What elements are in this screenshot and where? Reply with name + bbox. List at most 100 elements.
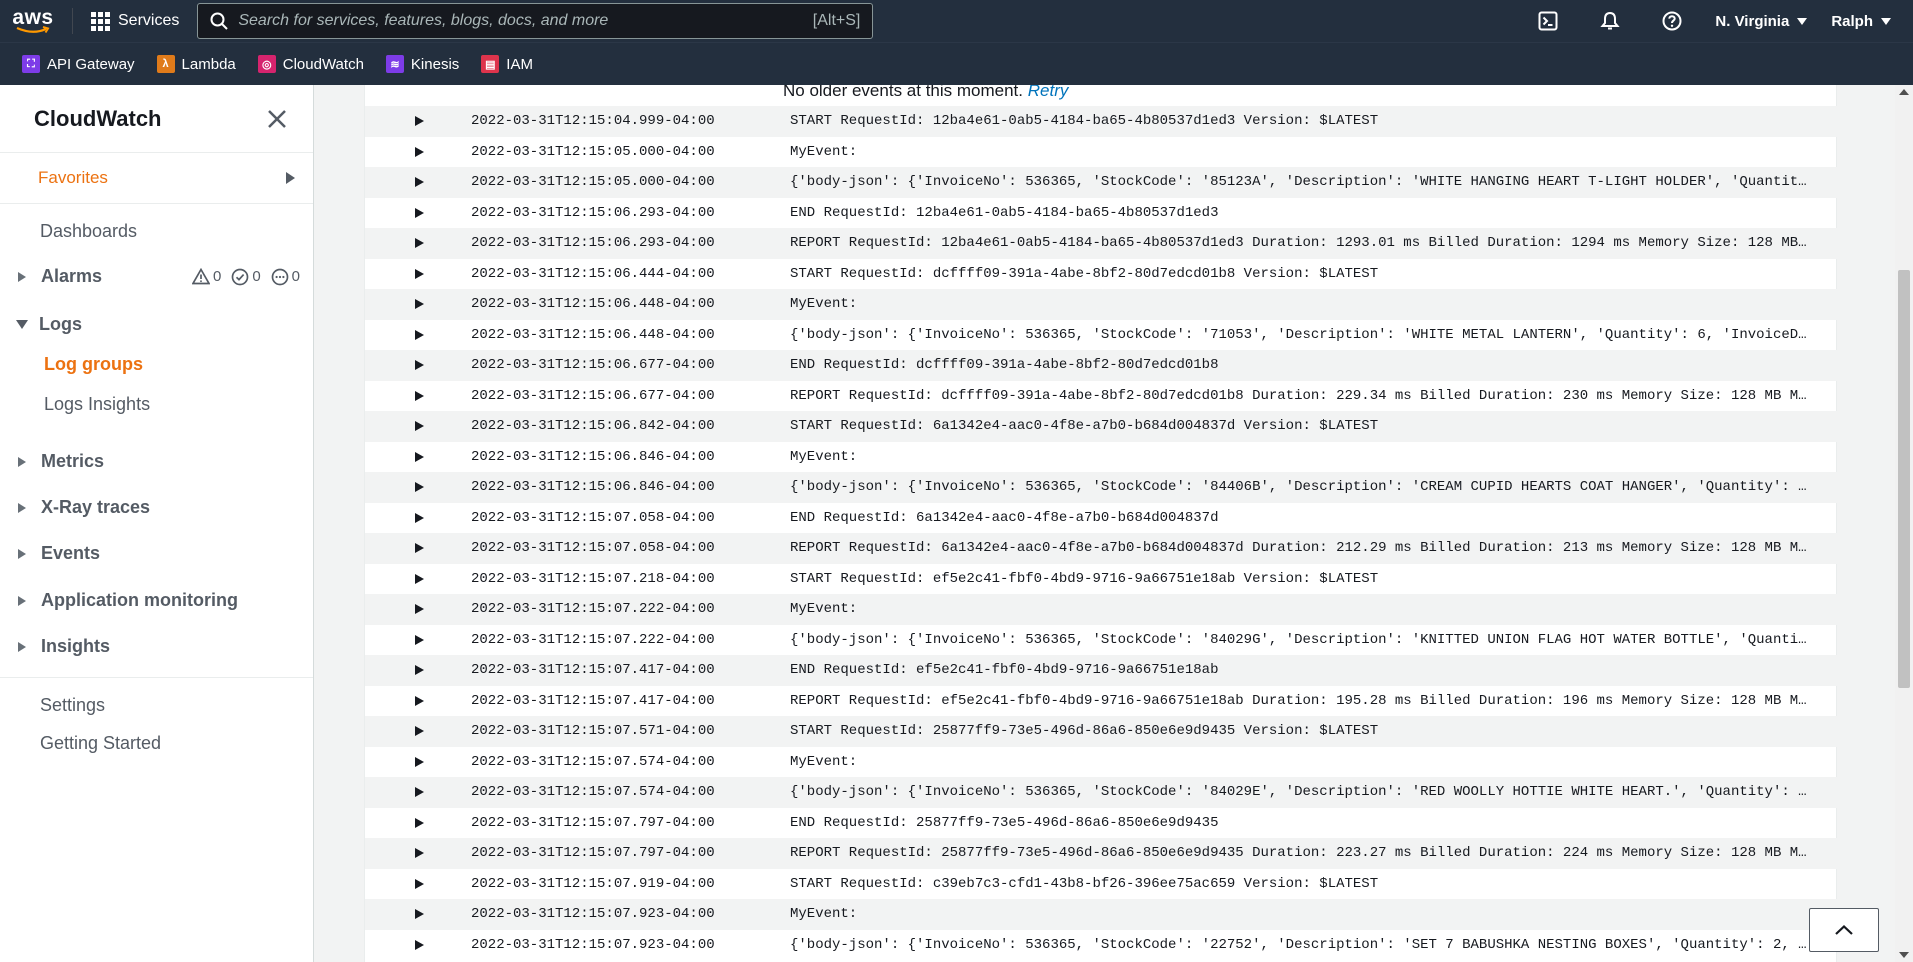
log-event-row[interactable]: 2022-03-31T12:15:07.417-04:00 END Request… — [365, 655, 1838, 686]
log-event-row[interactable]: 2022-03-31T12:15:06.846-04:00 {'body-json… — [365, 472, 1838, 503]
sidebar-item-log-groups[interactable]: Log groups — [44, 354, 143, 375]
expand-row-button[interactable] — [365, 390, 465, 401]
expand-row-button[interactable] — [365, 116, 465, 127]
account-menu[interactable]: Ralph — [1819, 13, 1913, 30]
caret-right-icon — [414, 482, 424, 493]
expand-row-button[interactable] — [365, 573, 465, 584]
log-event-row[interactable]: 2022-03-31T12:15:07.797-04:00 REPORT Requ… — [365, 838, 1838, 869]
log-event-row[interactable]: 2022-03-31T12:15:07.058-04:00 END Request… — [365, 503, 1838, 534]
log-event-row[interactable]: 2022-03-31T12:15:06.842-04:00 START Reque… — [365, 411, 1838, 442]
log-event-row[interactable]: 2022-03-31T12:15:06.448-04:00 MyEvent: — [365, 289, 1838, 320]
log-event-row[interactable]: 2022-03-31T12:15:07.058-04:00 REPORT Requ… — [365, 533, 1838, 564]
log-event-row[interactable]: 2022-03-31T12:15:05.000-04:00 {'body-json… — [365, 167, 1838, 198]
expand-row-button[interactable] — [365, 604, 465, 615]
sidebar-item-application-monitoring[interactable]: Application monitoring — [18, 590, 238, 611]
sidebar-item-xray-traces[interactable]: X-Ray traces — [18, 497, 150, 518]
sidebar-item-logs[interactable]: Logs — [16, 314, 82, 335]
expand-row-button[interactable] — [365, 299, 465, 310]
expand-row-button[interactable] — [365, 451, 465, 462]
region-selector[interactable]: N. Virginia — [1703, 13, 1819, 30]
expand-row-button[interactable] — [365, 543, 465, 554]
expand-row-button[interactable] — [365, 878, 465, 889]
sidebar-item-logs-insights[interactable]: Logs Insights — [44, 394, 150, 415]
expand-row-button[interactable] — [365, 177, 465, 188]
expand-row-button[interactable] — [365, 939, 465, 950]
log-event-row[interactable]: 2022-03-31T12:15:07.574-04:00 MyEvent: — [365, 747, 1838, 778]
log-event-row[interactable]: 2022-03-31T12:15:07.919-04:00 START Reque… — [365, 869, 1838, 900]
log-event-row[interactable]: 2022-03-31T12:15:04.999-04:00 START Reque… — [365, 106, 1838, 137]
log-event-row[interactable]: 2022-03-31T12:15:06.846-04:00 MyEvent: — [365, 442, 1838, 473]
expand-row-button[interactable] — [365, 787, 465, 798]
expand-row-button[interactable] — [365, 268, 465, 279]
log-event-row[interactable]: 2022-03-31T12:15:07.571-04:00 START Reque… — [365, 716, 1838, 747]
expand-row-button[interactable] — [365, 634, 465, 645]
search-input[interactable] — [238, 12, 813, 30]
expand-row-button[interactable] — [365, 360, 465, 371]
expand-row-button[interactable] — [365, 512, 465, 523]
favorite-iam[interactable]: ▤ IAM — [481, 55, 533, 73]
expand-row-button[interactable] — [365, 848, 465, 859]
log-message: START RequestId: 25877ff9-73e5-496d-86a6… — [790, 723, 1379, 740]
sidebar-item-events[interactable]: Events — [18, 543, 100, 564]
log-event-row[interactable]: 2022-03-31T12:15:06.444-04:00 START Reque… — [365, 259, 1838, 290]
page-scrollbar[interactable] — [1895, 85, 1913, 962]
search-icon — [210, 12, 229, 30]
scroll-up-arrow-icon[interactable] — [1899, 89, 1909, 95]
notifications-button[interactable] — [1579, 0, 1641, 42]
scroll-down-arrow-icon[interactable] — [1899, 952, 1909, 958]
expand-row-button[interactable] — [365, 207, 465, 218]
log-event-row[interactable]: 2022-03-31T12:15:06.293-04:00 REPORT Requ… — [365, 228, 1838, 259]
log-message: START RequestId: 6a1342e4-aac0-4f8e-a7b0… — [790, 418, 1379, 435]
log-message: MyEvent: — [790, 448, 858, 465]
scrollbar-thumb[interactable] — [1898, 270, 1910, 688]
expand-row-button[interactable] — [365, 695, 465, 706]
search-bar[interactable]: [Alt+S] — [197, 3, 874, 39]
favorite-api-gateway[interactable]: ⛶ API Gateway — [22, 55, 135, 73]
log-event-row[interactable]: 2022-03-31T12:15:07.222-04:00 MyEvent: — [365, 594, 1838, 625]
log-event-row[interactable]: 2022-03-31T12:15:07.222-04:00 {'body-json… — [365, 625, 1838, 656]
expand-row-button[interactable] — [365, 329, 465, 340]
sidebar-item-dashboards[interactable]: Dashboards — [40, 221, 137, 242]
log-event-row[interactable]: 2022-03-31T12:15:05.000-04:00 MyEvent: — [365, 137, 1838, 168]
sidebar-item-label: Alarms — [41, 266, 103, 286]
cloudshell-button[interactable] — [1517, 0, 1579, 42]
sidebar-item-alarms[interactable]: Alarms 0 0 0 — [18, 266, 314, 287]
expand-row-button[interactable] — [365, 909, 465, 920]
favorite-kinesis[interactable]: ≋ Kinesis — [385, 55, 459, 73]
retry-link[interactable]: Retry — [1028, 85, 1069, 100]
sidebar-item-insights[interactable]: Insights — [18, 636, 110, 657]
log-event-row[interactable]: 2022-03-31T12:15:07.218-04:00 START Reque… — [365, 564, 1838, 595]
log-event-row[interactable]: 2022-03-31T12:15:06.293-04:00 END Request… — [365, 198, 1838, 229]
favorite-cloudwatch[interactable]: ◎ CloudWatch — [257, 55, 364, 73]
log-event-row[interactable]: 2022-03-31T12:15:06.448-04:00 {'body-json… — [365, 320, 1838, 351]
back-to-top-button[interactable] — [1809, 908, 1879, 952]
log-event-row[interactable]: 2022-03-31T12:15:07.923-04:00 {'body-json… — [365, 930, 1838, 961]
expand-row-button[interactable] — [365, 146, 465, 157]
help-button[interactable] — [1641, 0, 1703, 42]
expand-row-button[interactable] — [365, 817, 465, 828]
expand-row-button[interactable] — [365, 665, 465, 676]
expand-row-button[interactable] — [365, 756, 465, 767]
log-event-row[interactable]: 2022-03-31T12:15:07.797-04:00 END Request… — [365, 808, 1838, 839]
expand-row-button[interactable] — [365, 421, 465, 432]
chevron-up-icon — [1835, 924, 1853, 935]
services-button[interactable]: Services — [83, 11, 187, 31]
log-event-row[interactable]: 2022-03-31T12:15:07.417-04:00 REPORT Requ… — [365, 686, 1838, 717]
sidebar-item-settings[interactable]: Settings — [40, 695, 105, 716]
aws-logo[interactable]: aws — [0, 0, 66, 42]
caret-right-icon — [18, 456, 26, 467]
sidebar-item-metrics[interactable]: Metrics — [18, 451, 104, 472]
expand-row-button[interactable] — [365, 726, 465, 737]
expand-row-button[interactable] — [365, 238, 465, 249]
log-event-row[interactable]: 2022-03-31T12:15:07.923-04:00 MyEvent: — [365, 899, 1838, 930]
log-event-row[interactable]: 2022-03-31T12:15:06.677-04:00 END Request… — [365, 350, 1838, 381]
close-icon[interactable] — [265, 107, 289, 131]
sidebar-item-favorites[interactable]: Favorites — [0, 153, 313, 203]
favorite-lambda[interactable]: λ Lambda — [156, 55, 236, 73]
sidebar-item-getting-started[interactable]: Getting Started — [40, 733, 161, 754]
expand-row-button[interactable] — [365, 482, 465, 493]
log-event-row[interactable]: 2022-03-31T12:15:06.677-04:00 REPORT Requ… — [365, 381, 1838, 412]
log-event-row[interactable]: 2022-03-31T12:15:07.574-04:00 {'body-json… — [365, 777, 1838, 808]
log-message: END RequestId: 6a1342e4-aac0-4f8e-a7b0-b… — [790, 509, 1219, 526]
api-gateway-icon: ⛶ — [22, 55, 40, 73]
